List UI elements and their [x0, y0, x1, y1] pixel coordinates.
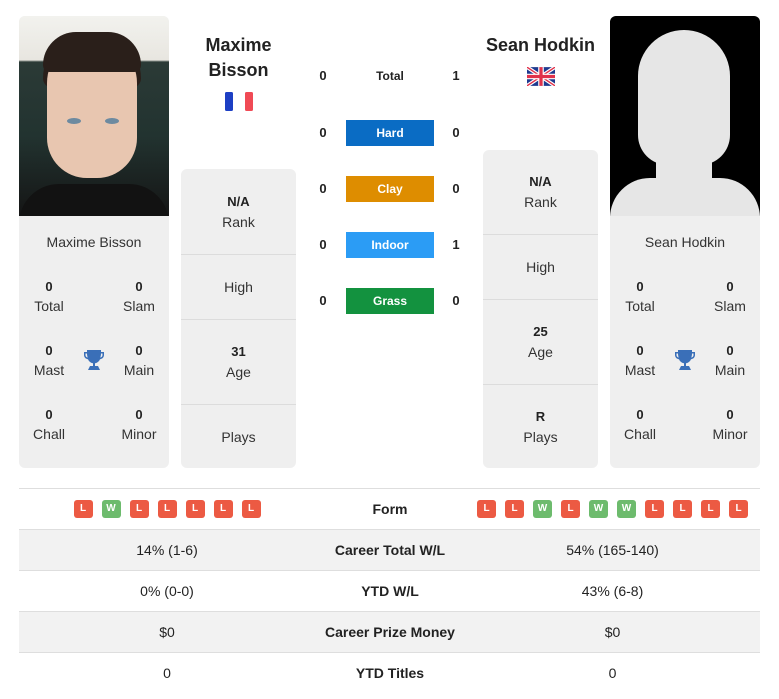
player2-stat: 54% (165-140)	[566, 542, 659, 558]
player2-stat: 0	[608, 665, 617, 681]
player2-info-box: N/A Rank High 25 Age R Plays	[483, 150, 598, 468]
player1-rank: N/A Rank	[222, 194, 255, 230]
titles-total: 0 Total	[625, 279, 655, 314]
surface-badge-clay: Clay	[346, 176, 434, 202]
form-badge-loss[interactable]: L	[157, 500, 177, 518]
surface-row-total: 0 Total 1	[310, 63, 470, 89]
titles-slam: 0 Slam	[123, 279, 155, 314]
form-badge-loss[interactable]: L	[241, 500, 261, 518]
titles-main: 0 Main	[123, 343, 155, 378]
table-row: 14% (1-6) Career Total W/L 54% (165-140)	[19, 529, 760, 570]
form-badge-loss[interactable]: L	[673, 500, 692, 518]
player2-rank: N/A Rank	[524, 174, 557, 210]
surface-row-hard: 0 Hard 0	[310, 120, 470, 146]
form-badge-loss[interactable]: L	[185, 500, 205, 518]
player2-name[interactable]: Sean Hodkin	[483, 33, 598, 58]
titles-slam: 0 Slam	[714, 279, 746, 314]
uk-flag-icon	[527, 67, 555, 86]
player1-stat: 14% (1-6)	[136, 542, 198, 558]
stats-table: LWLLLLL Form LLWLWWLLLL 14% (1-6) Career…	[19, 488, 760, 693]
surface-badge-grass: Grass	[346, 288, 434, 314]
titles-chall: 0 Chall	[624, 407, 656, 442]
player1-plays: Plays	[181, 404, 296, 468]
surface-row-indoor: 0 Indoor 1	[310, 232, 470, 258]
surface-row-grass: 0 Grass 0	[310, 288, 470, 314]
titles-minor: 0 Minor	[712, 407, 748, 442]
player2-stat: 43% (6-8)	[581, 583, 644, 599]
form-badge-loss[interactable]: L	[701, 500, 720, 518]
titles-mast: 0 Mast	[624, 343, 656, 378]
player2-card: Sean Hodkin 0 Total 0 Slam 0 Mast 0 Main…	[610, 16, 760, 468]
player1-info-box: N/A Rank High 31 Age Plays	[181, 169, 296, 468]
form-badge-win[interactable]: W	[101, 500, 121, 518]
player1-age: 31 Age	[181, 319, 296, 404]
table-row: 0 YTD Titles 0	[19, 652, 760, 693]
form-badge-loss[interactable]: L	[477, 500, 496, 518]
form-badge-loss[interactable]: L	[729, 500, 748, 518]
form-badge-loss[interactable]: L	[645, 500, 664, 518]
titles-mast: 0 Mast	[33, 343, 65, 378]
trophy-icon	[675, 350, 695, 370]
player1-photo[interactable]	[19, 16, 169, 216]
table-row: $0 Career Prize Money $0	[19, 611, 760, 652]
surface-badge-indoor: Indoor	[346, 232, 434, 258]
form-row: LWLLLLL Form LLWLWWLLLL	[19, 488, 760, 529]
form-label: Form	[372, 501, 408, 517]
trophy-icon	[84, 350, 104, 370]
surface-label-total: Total	[376, 69, 404, 83]
player2-plays: R Plays	[483, 384, 598, 468]
titles-total: 0 Total	[34, 279, 64, 314]
player1-name[interactable]: Maxime Bisson	[181, 33, 296, 83]
form-badge-loss[interactable]: L	[213, 500, 233, 518]
player2-high: High	[483, 234, 598, 299]
player1-card-name[interactable]: Maxime Bisson	[19, 234, 169, 250]
form-badge-win[interactable]: W	[589, 500, 608, 518]
player1-stat: 0% (0-0)	[140, 583, 194, 599]
titles-main: 0 Main	[714, 343, 746, 378]
player2-photo[interactable]	[610, 16, 760, 216]
stat-label: YTD W/L	[361, 583, 419, 599]
player1-form: LWLLLLL	[19, 489, 315, 529]
france-flag-icon	[225, 92, 253, 111]
player2-card-name[interactable]: Sean Hodkin	[610, 234, 760, 250]
player2-stat: $0	[604, 624, 621, 640]
titles-minor: 0 Minor	[121, 407, 157, 442]
player1-stat: $0	[159, 624, 175, 640]
form-badge-win[interactable]: W	[533, 500, 552, 518]
surface-badge-hard: Hard	[346, 120, 434, 146]
form-badge-win[interactable]: W	[617, 500, 636, 518]
stat-label: YTD Titles	[355, 665, 425, 681]
table-row: 0% (0-0) YTD W/L 43% (6-8)	[19, 570, 760, 611]
player1-high: High	[181, 254, 296, 319]
titles-chall: 0 Chall	[33, 407, 65, 442]
form-badge-loss[interactable]: L	[561, 500, 580, 518]
form-badge-loss[interactable]: L	[73, 500, 93, 518]
player2-age: 25 Age	[483, 299, 598, 384]
player2-form: LLWLWWLLLL	[465, 489, 760, 529]
player1-card: Maxime Bisson 0 Total 0 Slam 0 Mast 0 Ma…	[19, 16, 169, 468]
stat-label: Career Prize Money	[325, 624, 455, 640]
surface-row-clay: 0 Clay 0	[310, 176, 470, 202]
player1-stat: 0	[163, 665, 171, 681]
stat-label: Career Total W/L	[334, 542, 446, 558]
form-badge-loss[interactable]: L	[505, 500, 524, 518]
form-badge-loss[interactable]: L	[129, 500, 149, 518]
